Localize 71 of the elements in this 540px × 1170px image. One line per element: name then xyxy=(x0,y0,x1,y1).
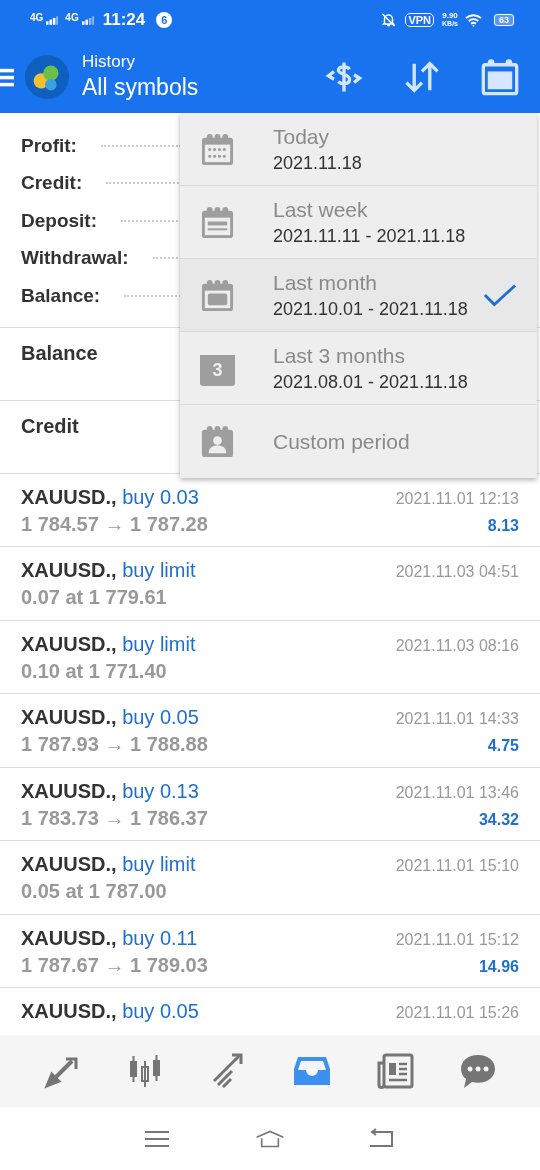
screen-title: History xyxy=(82,52,136,72)
summary-label: Credit: xyxy=(21,172,83,195)
calendar-person-icon xyxy=(200,424,235,459)
trade-title: XAUUSD., buy 0.05 xyxy=(21,1000,199,1023)
trade-title: XAUUSD., buy limit xyxy=(21,632,196,656)
battery-indicator: 63 xyxy=(494,14,514,26)
trade-profit: 8.13 xyxy=(487,516,519,535)
period-range: 2021.10.01 - 2021.11.18 xyxy=(273,298,469,320)
trade-prices: 1 787.67 → 1 789.03 xyxy=(21,953,208,977)
period-label: Last week xyxy=(273,197,369,222)
trade-prices: 1 784.57 → 1 787.28 xyxy=(21,512,208,536)
trade-prices: 0.07 at 1 779.61 xyxy=(21,586,167,609)
period-option[interactable]: Today 2021.11.18 xyxy=(180,113,537,186)
trade-time: 2021.11.01 14:33 xyxy=(395,710,519,728)
vpn-indicator: VPN xyxy=(405,13,435,27)
wifi-icon xyxy=(465,12,482,28)
trade-time: 2021.11.01 15:10 xyxy=(395,857,519,875)
trade-row[interactable]: XAUUSD., buy 0.11 2021.11.01 15:12 1 787.67 → 1 789.03 14.96 xyxy=(0,914,540,988)
notification-count: 6 xyxy=(156,12,173,28)
trade-row[interactable]: XAUUSD., buy limit 2021.11.03 08:16 0.10 at 1 771.40 xyxy=(0,620,540,694)
trade-prices: 1 787.93 → 1 788.88 xyxy=(21,733,208,756)
calendar-month-icon xyxy=(200,277,235,313)
symbol-filter[interactable]: All symbols xyxy=(82,74,286,101)
trade-title: XAUUSD., buy limit xyxy=(21,559,196,582)
trade-row[interactable]: XAUUSD., buy 0.05 2021.11.01 14:33 1 787.93 → 1 788.88 4.75 xyxy=(0,694,540,768)
app-logo-icon xyxy=(24,53,70,100)
checkmark-icon xyxy=(483,283,517,307)
trade-title: XAUUSD., buy 0.03 xyxy=(21,485,199,509)
calendar-week-icon xyxy=(200,204,235,240)
calendar-icon[interactable] xyxy=(480,56,520,97)
clock: 11:24 xyxy=(102,10,146,30)
trade-time: 2021.11.01 12:13 xyxy=(395,489,519,508)
summary-label: Profit: xyxy=(21,134,77,157)
calendar-icon xyxy=(200,131,235,167)
summary-label: Deposit: xyxy=(21,209,97,232)
trade-prices: 1 783.73 → 1 786.37 xyxy=(21,806,208,830)
section-label: Balance xyxy=(21,341,98,364)
signal-icon xyxy=(81,15,94,25)
trade-title: XAUUSD., buy 0.11 xyxy=(21,926,198,950)
trade-title: XAUUSD., buy 0.05 xyxy=(21,706,199,729)
trade-profit: 4.75 xyxy=(487,737,519,755)
section-label: Credit xyxy=(21,414,79,437)
trade-profit: 14.96 xyxy=(478,957,519,976)
trade-prices: 0.10 at 1 771.40 xyxy=(21,659,167,683)
summary-label: Withdrawal: xyxy=(21,247,129,270)
trade-prices: 0.05 at 1 787.00 xyxy=(21,880,167,903)
network-indicator: 4G xyxy=(30,11,44,23)
period-range: 2021.11.18 xyxy=(273,152,363,174)
period-range: 2021.08.01 - 2021.11.18 xyxy=(273,371,469,393)
period-label: Custom period xyxy=(273,429,411,454)
trade-time: 2021.11.03 08:16 xyxy=(395,636,519,655)
trade-time: 2021.11.01 13:46 xyxy=(395,783,519,802)
trade-row[interactable]: XAUUSD., buy limit 2021.11.03 04:51 0.07 at 1 779.61 xyxy=(0,547,540,621)
trade-time: 2021.11.03 04:51 xyxy=(395,563,519,581)
period-option[interactable]: Last month 2021.10.01 - 2021.11.18 xyxy=(180,259,537,332)
trade-time: 2021.11.01 15:12 xyxy=(395,930,519,949)
trade-title: XAUUSD., buy 0.13 xyxy=(21,779,199,803)
period-option[interactable]: 3 Last 3 months 2021.08.01 - 2021.11.18 xyxy=(180,332,537,405)
muted-bell-icon xyxy=(380,12,398,28)
network-indicator: 4G xyxy=(65,11,79,23)
trade-row[interactable]: XAUUSD., buy limit 2021.11.01 15:10 0.05 at 1 787.00 xyxy=(0,841,540,915)
period-label: Last 3 months xyxy=(273,343,406,368)
signal-icon xyxy=(46,15,59,25)
trade-time: 2021.11.01 15:26 xyxy=(395,1004,519,1022)
trade-title: XAUUSD., buy limit xyxy=(21,853,196,876)
trade-row[interactable]: XAUUSD., buy 0.13 2021.11.01 13:46 1 783.73 → 1 786.37 34.32 xyxy=(0,767,540,841)
summary-label: Balance: xyxy=(21,284,101,307)
trade-profit: 34.32 xyxy=(478,810,519,829)
period-label: Last month xyxy=(273,270,378,295)
period-range: 2021.11.11 - 2021.11.18 xyxy=(273,225,467,247)
period-label: Today xyxy=(273,124,331,149)
